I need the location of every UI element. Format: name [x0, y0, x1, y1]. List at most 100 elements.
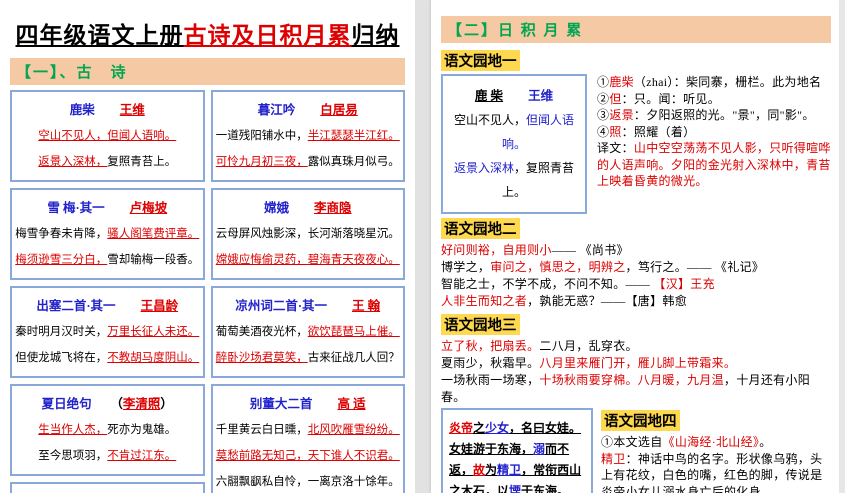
text-segment: ） — [160, 397, 173, 411]
text-segment: 碧海青天夜夜心。 — [307, 254, 400, 266]
text-segment: 人非生而知之者 — [441, 294, 528, 308]
text-segment: ③ — [597, 108, 610, 122]
text-segment: 王 翰 — [352, 299, 381, 313]
poem-line: 返景入深林，复照青苔上。 — [14, 149, 201, 175]
text-segment: 白居易 — [320, 103, 358, 117]
text-segment: 六翮飘飖私自怜，一离京洛十馀年。 — [215, 476, 400, 488]
text-segment: 复照青苔上。 — [107, 156, 177, 168]
text-segment: 死亦为鬼雄。 — [107, 424, 177, 436]
text-segment: 精卫 — [497, 463, 522, 477]
garden3-lines: 立了秋，把扇丢。二八月，乱穿衣。夏雨少，秋霜早。八月里来雁门开，雁儿脚上带霜来。… — [441, 338, 831, 406]
poem-line: 云母屏风烛影深，长河渐落晓星沉。 — [215, 221, 402, 247]
text-segment — [295, 103, 320, 117]
text-segment: 空山不见人， — [38, 130, 108, 142]
text-segment: 为 — [485, 463, 498, 477]
doc-title: 四年级语文上册古诗及日积月累归纳 — [10, 16, 405, 50]
text-segment: 秦时明月汉时关， — [15, 326, 108, 338]
poem-title: 凉州词二首·其一 王 翰 — [215, 293, 402, 319]
text-segment: 四年级语文上册 — [15, 23, 184, 48]
text-segment: ：神话中鸟的名字。形状像乌鸦，头上有花纹，白色的嘴，红色的脚，传说是炎帝小女儿溺… — [601, 451, 823, 493]
poem-line: 梅雪争春未肯降，骚人阁笔费评章。 — [14, 221, 201, 247]
text-segment: 别董大二首 — [249, 397, 313, 411]
garden4-right-annotations: ①本文选自《山海经·北山经》。 精卫：神话中鸟的名字。形状像乌鸦，头上有花纹，白色… — [601, 434, 831, 493]
text-segment: 高 适 — [337, 397, 366, 411]
text-segment: 鹿柴 — [69, 103, 95, 117]
page-gutter — [415, 0, 431, 493]
text-line: ①鹿柴（zhai）：柴同寨，栅栏。此为地名 — [597, 74, 831, 91]
text-segment: 二八月，乱穿衣。 — [539, 339, 638, 353]
text-segment: ①本文选自 — [601, 435, 663, 449]
poem-line: 至今思项羽，不肯过江东。 — [14, 443, 201, 469]
text-line: ③返景：夕阳返照的光。"景"，同"影"。 — [597, 107, 831, 124]
text-segment: 智能之士，不学不成，不问不知。—— — [441, 277, 654, 291]
text-segment: ① — [597, 75, 610, 89]
text-line: 博学之，审问之，慎思之，明辨之，笃行之。—— 《礼记》 — [441, 259, 831, 276]
poem-line: 空山不见人，但闻人语响。 — [447, 108, 581, 156]
text-segment: 不肯过江东。 — [107, 450, 177, 462]
text-segment: 于东海。 — [521, 484, 570, 493]
text-segment: 之 — [473, 421, 486, 435]
text-segment: 醉卧沙场君莫笑， — [215, 352, 308, 364]
text-segment: 故 — [473, 463, 486, 477]
text-segment: 天下谁人不识君。 — [307, 450, 400, 462]
garden1-label: 语文园地一 — [441, 50, 520, 71]
text-segment: —— 《尚书》 — [551, 243, 629, 257]
text-segment: 审问之，慎思之，明辨之 — [490, 260, 626, 274]
section-label-poems: 【一】、古 诗 — [16, 65, 128, 81]
section-header-poems: 【一】、古 诗 — [10, 58, 405, 85]
text-segment: 李清照 — [122, 397, 161, 411]
text-segment: 好问则裕，自用则小 — [441, 243, 552, 257]
poem-line: 醉卧沙场君莫笑，古来征战几人回？ — [215, 345, 402, 371]
text-segment: ，孰能无惑？——【唐】韩愈 — [527, 294, 688, 308]
poem-box: 别董大二首 高 适千里黄云白日曛，北风吹雁雪纷纷。 莫愁前路无知己，天下谁人不识君… — [210, 384, 405, 493]
text-segment: （ — [91, 397, 123, 411]
text-segment — [503, 89, 528, 103]
text-segment: 。 — [759, 435, 772, 449]
garden4-right-column: 语文园地四 ①本文选自《山海经·北山经》。 精卫：神话中鸟的名字。形状像乌鸦，头上… — [601, 408, 831, 493]
poem-title: 鹿柴 王维 — [14, 97, 201, 123]
text-segment: ：夕阳返照的光。"景"，同"影"。 — [633, 108, 815, 122]
text-segment: 梅须逊雪三分白， — [15, 254, 108, 266]
poem-title: 夏日绝句 （李清照） — [14, 391, 201, 417]
garden2-lines: 好问则裕，自用则小—— 《尚书》 博学之，审问之，慎思之，明辨之，笃行之。—— 《… — [441, 242, 831, 310]
poem-line: 秦时明月汉时关，万里长征人未还。 — [14, 319, 201, 345]
garden1-row: 鹿 柴 王维 空山不见人，但闻人语响。 返景入深林，复照青苔上。 ①鹿柴（zhai）… — [441, 74, 831, 214]
text-segment: 返景入深林 — [453, 161, 514, 175]
text-line: 好问则裕，自用则小—— 《尚书》 — [441, 242, 831, 259]
text-segment: 但使龙城飞将在， — [15, 352, 108, 364]
poem-title: 别董大二首 高 适 — [215, 391, 402, 417]
text-segment: 欲饮琵琶马上催。 — [307, 326, 400, 338]
text-segment: 骚人阁笔费评章。 — [107, 228, 200, 240]
poem-line: 可怜九月初三夜，露似真珠月似弓。 — [215, 149, 402, 175]
poem-line: 千里黄云白日曛，北风吹雁雪纷纷。 — [215, 417, 402, 443]
text-segment: ：照耀（着） — [621, 124, 696, 139]
text-segment: 【汉】王充 — [653, 277, 715, 291]
text-segment: 半江瑟瑟半江红。 — [307, 130, 400, 142]
text-segment — [289, 201, 314, 215]
text-segment: 归纳 — [351, 23, 400, 48]
text-segment: ：只。闻：听见。 — [621, 91, 721, 106]
text-segment: 译文： — [597, 141, 634, 155]
text-segment: 《山海经·北山经》 — [662, 435, 760, 449]
text-line: 夏雨少，秋霜早。八月里来雁门开，雁儿脚上带霜来。 — [441, 355, 831, 372]
garden3-label: 语文园地三 — [441, 314, 520, 335]
text-segment: 云母屏风烛影深，长河渐落晓星沉。 — [215, 228, 400, 240]
text-segment — [116, 299, 141, 313]
text-segment: 暮江吟 — [257, 103, 296, 117]
garden4-classical-text-box: 炎帝之少女，名曰女娃。女娃游于东海，溺而不返，故为精卫，常衔西山之木石，以堙于东… — [441, 408, 593, 493]
text-line: ②但：只。闻：听见。 — [597, 91, 831, 108]
text-segment: ② — [597, 91, 610, 106]
text-segment: 莫愁前路无知己， — [215, 450, 308, 462]
text-segment: 李商隐 — [314, 201, 352, 215]
text-segment: 立了秋，把扇丢。 — [441, 339, 540, 353]
text-segment: 少女 — [485, 421, 510, 435]
document-canvas: 四年级语文上册古诗及日积月累归纳 【一】、古 诗 鹿柴 王维 空山不见人，但闻人语… — [0, 0, 845, 493]
text-line: ①本文选自《山海经·北山经》。 — [601, 434, 831, 451]
text-segment — [95, 103, 120, 117]
garden1-annotations: ①鹿柴（zhai）：柴同寨，栅栏。此为地名 ②但：只。闻：听见。 ③返景：夕阳返照的… — [597, 74, 831, 190]
text-segment: 卢梅坡 — [129, 201, 168, 215]
text-segment: 不教胡马度阴山。 — [107, 352, 200, 364]
poem-line: 六翮飘飖私自怜，一离京洛十馀年。 — [215, 469, 402, 493]
text-segment: 一道残阳铺水中， — [215, 130, 308, 142]
poem-title: 鹿 柴 王维 — [447, 84, 581, 108]
